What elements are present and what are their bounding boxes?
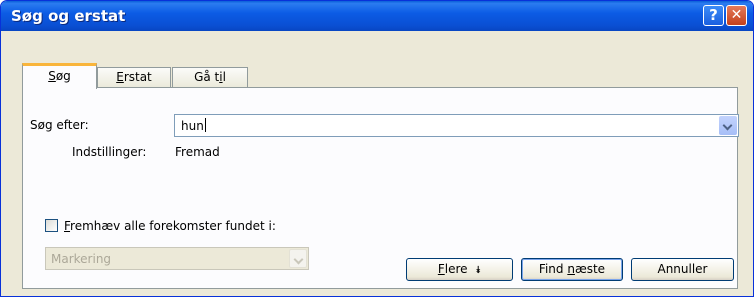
tab-replace[interactable]: Erstat [97, 67, 171, 87]
more-label: lere [444, 262, 468, 276]
find-next-label: Find [538, 262, 568, 276]
search-input-value: hun [181, 118, 206, 133]
more-button[interactable]: Flere ⯯ [406, 258, 513, 281]
highlight-all-label[interactable]: Fremhæv alle forekomster fundet i: [64, 219, 276, 233]
double-chevron-down-icon: ⯯ [475, 265, 482, 276]
search-value-text: hun [181, 119, 204, 133]
tab-goto-label-end: l [222, 70, 226, 84]
text-caret [204, 118, 206, 132]
highlight-all-checkbox[interactable] [45, 219, 58, 232]
cancel-button[interactable]: Annuller [631, 258, 734, 281]
tab-search[interactable]: Søg [22, 63, 97, 89]
chevron-down-icon[interactable] [719, 116, 737, 135]
tab-search-label: øg [55, 69, 71, 83]
find-next-button[interactable]: Find næste [521, 258, 623, 281]
tab-goto-label: Gå t [194, 70, 220, 84]
highlight-scope-value: Markering [51, 252, 112, 266]
tab-replace-label: rstat [123, 70, 152, 84]
highlight-scope-select: Markering [45, 247, 309, 270]
tab-search-mnemonic: S [48, 69, 56, 83]
find-next-mnemonic: n [567, 262, 575, 276]
search-label: Søg efter: [30, 118, 89, 132]
search-input[interactable]: hun [174, 114, 739, 137]
options-label: Indstillinger: [72, 145, 147, 159]
more-mnemonic: F [437, 262, 445, 276]
tab-replace-mnemonic: E [116, 70, 124, 84]
help-icon[interactable]: ? [703, 5, 724, 26]
title-bar[interactable]: Søg og erstat ? ✕ [1, 1, 753, 31]
dialog-title: Søg og erstat [11, 7, 126, 25]
options-value: Fremad [175, 145, 220, 159]
close-icon[interactable]: ✕ [726, 5, 747, 26]
highlight-label-text: remhæv alle forekomster fundet i: [70, 219, 276, 233]
tab-goto[interactable]: Gå til [172, 67, 248, 87]
chevron-down-icon [289, 249, 307, 268]
find-next-label-end: æste [574, 262, 606, 276]
search-replace-dialog: Søg og erstat ? ✕ Søg Erstat Gå til Søg … [0, 0, 754, 297]
